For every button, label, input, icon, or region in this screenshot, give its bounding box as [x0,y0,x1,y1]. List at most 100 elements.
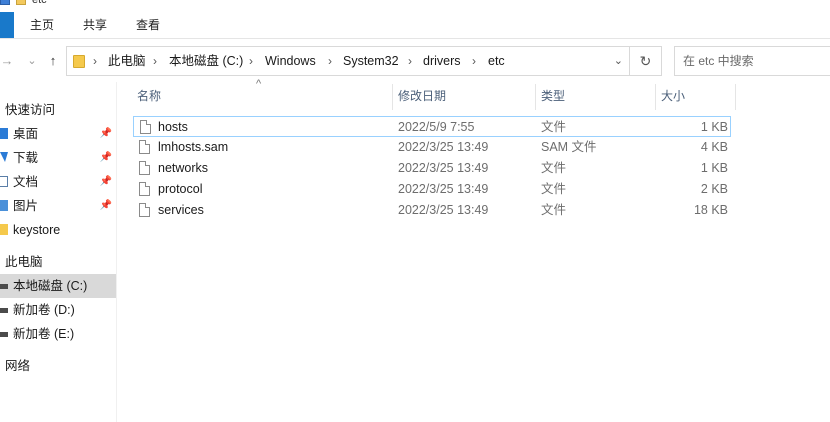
sidebar-item-label: 桌面 [13,127,39,141]
file-size: 4 KB [700,140,728,154]
address-row: → ⌄ ↑ › 此电脑 › 本地磁盘 (C:) › Windows › Syst… [0,38,830,82]
folder-icon [0,224,8,235]
sidebar-item-label: keystore [13,223,61,237]
column-header-modified[interactable]: 修改日期 [398,82,534,110]
file-modified: 2022/3/25 13:49 [398,161,489,175]
file-icon [139,182,150,196]
file-row-services[interactable]: services 2022/3/25 13:49 文件 18 KB [133,200,731,221]
tab-view[interactable]: 查看 [136,12,160,38]
column-header-size[interactable]: 大小 [661,82,733,110]
file-row-hosts[interactable]: hosts 2022/5/9 7:55 文件 1 KB [133,116,731,137]
breadcrumb-drivers[interactable]: drivers [423,47,461,75]
file-icon [140,120,151,134]
column-divider[interactable] [535,84,536,110]
app-icon [0,0,10,5]
file-modified: 2022/3/25 13:49 [398,203,489,217]
breadcrumb-separator[interactable]: › [328,47,332,75]
file-row-protocol[interactable]: protocol 2022/3/25 13:49 文件 2 KB [133,179,731,200]
quick-access-header[interactable]: 快速访问 [5,98,55,122]
file-name: lmhosts.sam [158,140,229,154]
file-icon [139,203,150,217]
pictures-icon [0,200,8,211]
sidebar-item-desktop[interactable]: 桌面 📌 [0,122,116,146]
search-input[interactable] [683,53,830,69]
drive-icon [0,284,8,289]
address-bar[interactable]: › 此电脑 › 本地磁盘 (C:) › Windows › System32 ›… [66,46,630,76]
file-type: 文件 [541,120,567,134]
quick-access-toolbar: etc [0,0,47,6]
folder-icon[interactable] [16,0,26,5]
sidebar-item-downloads[interactable]: 下载 📌 [0,146,116,170]
sidebar-item-label: 新加卷 (E:) [13,327,75,341]
refresh-button[interactable]: ↻ [630,46,662,76]
drive-icon [0,332,8,337]
pin-icon[interactable]: 📌 [100,146,112,170]
file-icon [139,140,150,154]
breadcrumb-system32[interactable]: System32 [343,47,399,75]
column-divider[interactable] [392,84,393,110]
forward-button[interactable]: → [0,39,14,83]
sidebar-item-label: 本地磁盘 (C:) [13,279,88,293]
file-icon [139,161,150,175]
file-row-lmhosts[interactable]: lmhosts.sam 2022/3/25 13:49 SAM 文件 4 KB [133,137,731,158]
file-size: 18 KB [693,203,728,217]
file-modified: 2022/3/25 13:49 [398,140,489,154]
breadcrumb-separator[interactable]: › [93,47,97,75]
sidebar-item-pictures[interactable]: 图片 📌 [0,194,116,218]
breadcrumb-separator[interactable]: › [249,47,253,75]
file-name: protocol [158,182,203,196]
title-bar: etc [0,0,830,12]
recent-locations-button[interactable]: ⌄ [24,39,40,83]
tab-share[interactable]: 共享 [83,12,107,38]
column-header-name[interactable]: 名称 [137,82,390,110]
sidebar-item-drive-e[interactable]: 新加卷 (E:) [0,322,116,346]
breadcrumb-separator[interactable]: › [472,47,476,75]
file-type: 文件 [541,182,567,196]
ribbon-tabs: 主页 共享 查看 [0,12,830,38]
file-modified: 2022/3/25 13:49 [398,182,489,196]
column-header-type[interactable]: 类型 [541,82,653,110]
this-pc-header[interactable]: 此电脑 [5,250,43,274]
search-box[interactable] [674,46,830,76]
folder-icon [73,55,85,68]
file-size: 1 KB [700,161,728,175]
sidebar-item-label: 文档 [13,175,39,189]
sidebar-item-label: 新加卷 (D:) [13,303,75,317]
sidebar-item-documents[interactable]: 文档 📌 [0,170,116,194]
file-name: hosts [158,120,188,134]
file-name: networks [158,161,209,175]
column-divider[interactable] [655,84,656,110]
file-tab[interactable] [0,12,14,38]
file-type: SAM 文件 [541,140,597,154]
sidebar-item-label: 下载 [13,151,39,165]
file-row-networks[interactable]: networks 2022/3/25 13:49 文件 1 KB [133,158,731,179]
pin-icon[interactable]: 📌 [100,194,112,218]
navigation-pane: 快速访问 桌面 📌 下载 📌 文档 📌 图片 📌 keystore 此电脑 本地… [0,82,117,422]
address-dropdown-chevron-icon[interactable]: ⌄ [614,47,623,75]
file-size: 2 KB [700,182,728,196]
sidebar-item-drive-d[interactable]: 新加卷 (D:) [0,298,116,322]
breadcrumb-etc[interactable]: etc [488,47,505,75]
network-header[interactable]: 网络 [5,354,30,378]
breadcrumb-drive-c[interactable]: 本地磁盘 (C:) [169,47,243,75]
pin-icon[interactable]: 📌 [100,170,112,194]
document-icon [0,176,8,187]
pin-icon[interactable]: 📌 [100,122,112,146]
drive-icon [0,308,8,313]
sidebar-item-drive-c[interactable]: 本地磁盘 (C:) [0,274,116,298]
window-title: etc [32,0,47,6]
file-type: 文件 [541,161,567,175]
breadcrumb-separator[interactable]: › [153,47,157,75]
file-modified: 2022/5/9 7:55 [398,120,475,134]
breadcrumb-this-pc[interactable]: 此电脑 [108,47,146,75]
breadcrumb-windows[interactable]: Windows [265,47,316,75]
column-divider[interactable] [735,84,736,110]
file-size: 1 KB [700,120,728,134]
up-button[interactable]: ↑ [44,39,62,83]
desktop-icon [0,128,8,139]
download-icon [0,152,8,162]
tab-home[interactable]: 主页 [30,12,54,38]
breadcrumb-separator[interactable]: › [408,47,412,75]
sidebar-item-keystore[interactable]: keystore [0,218,116,242]
sidebar-item-label: 图片 [13,199,39,213]
